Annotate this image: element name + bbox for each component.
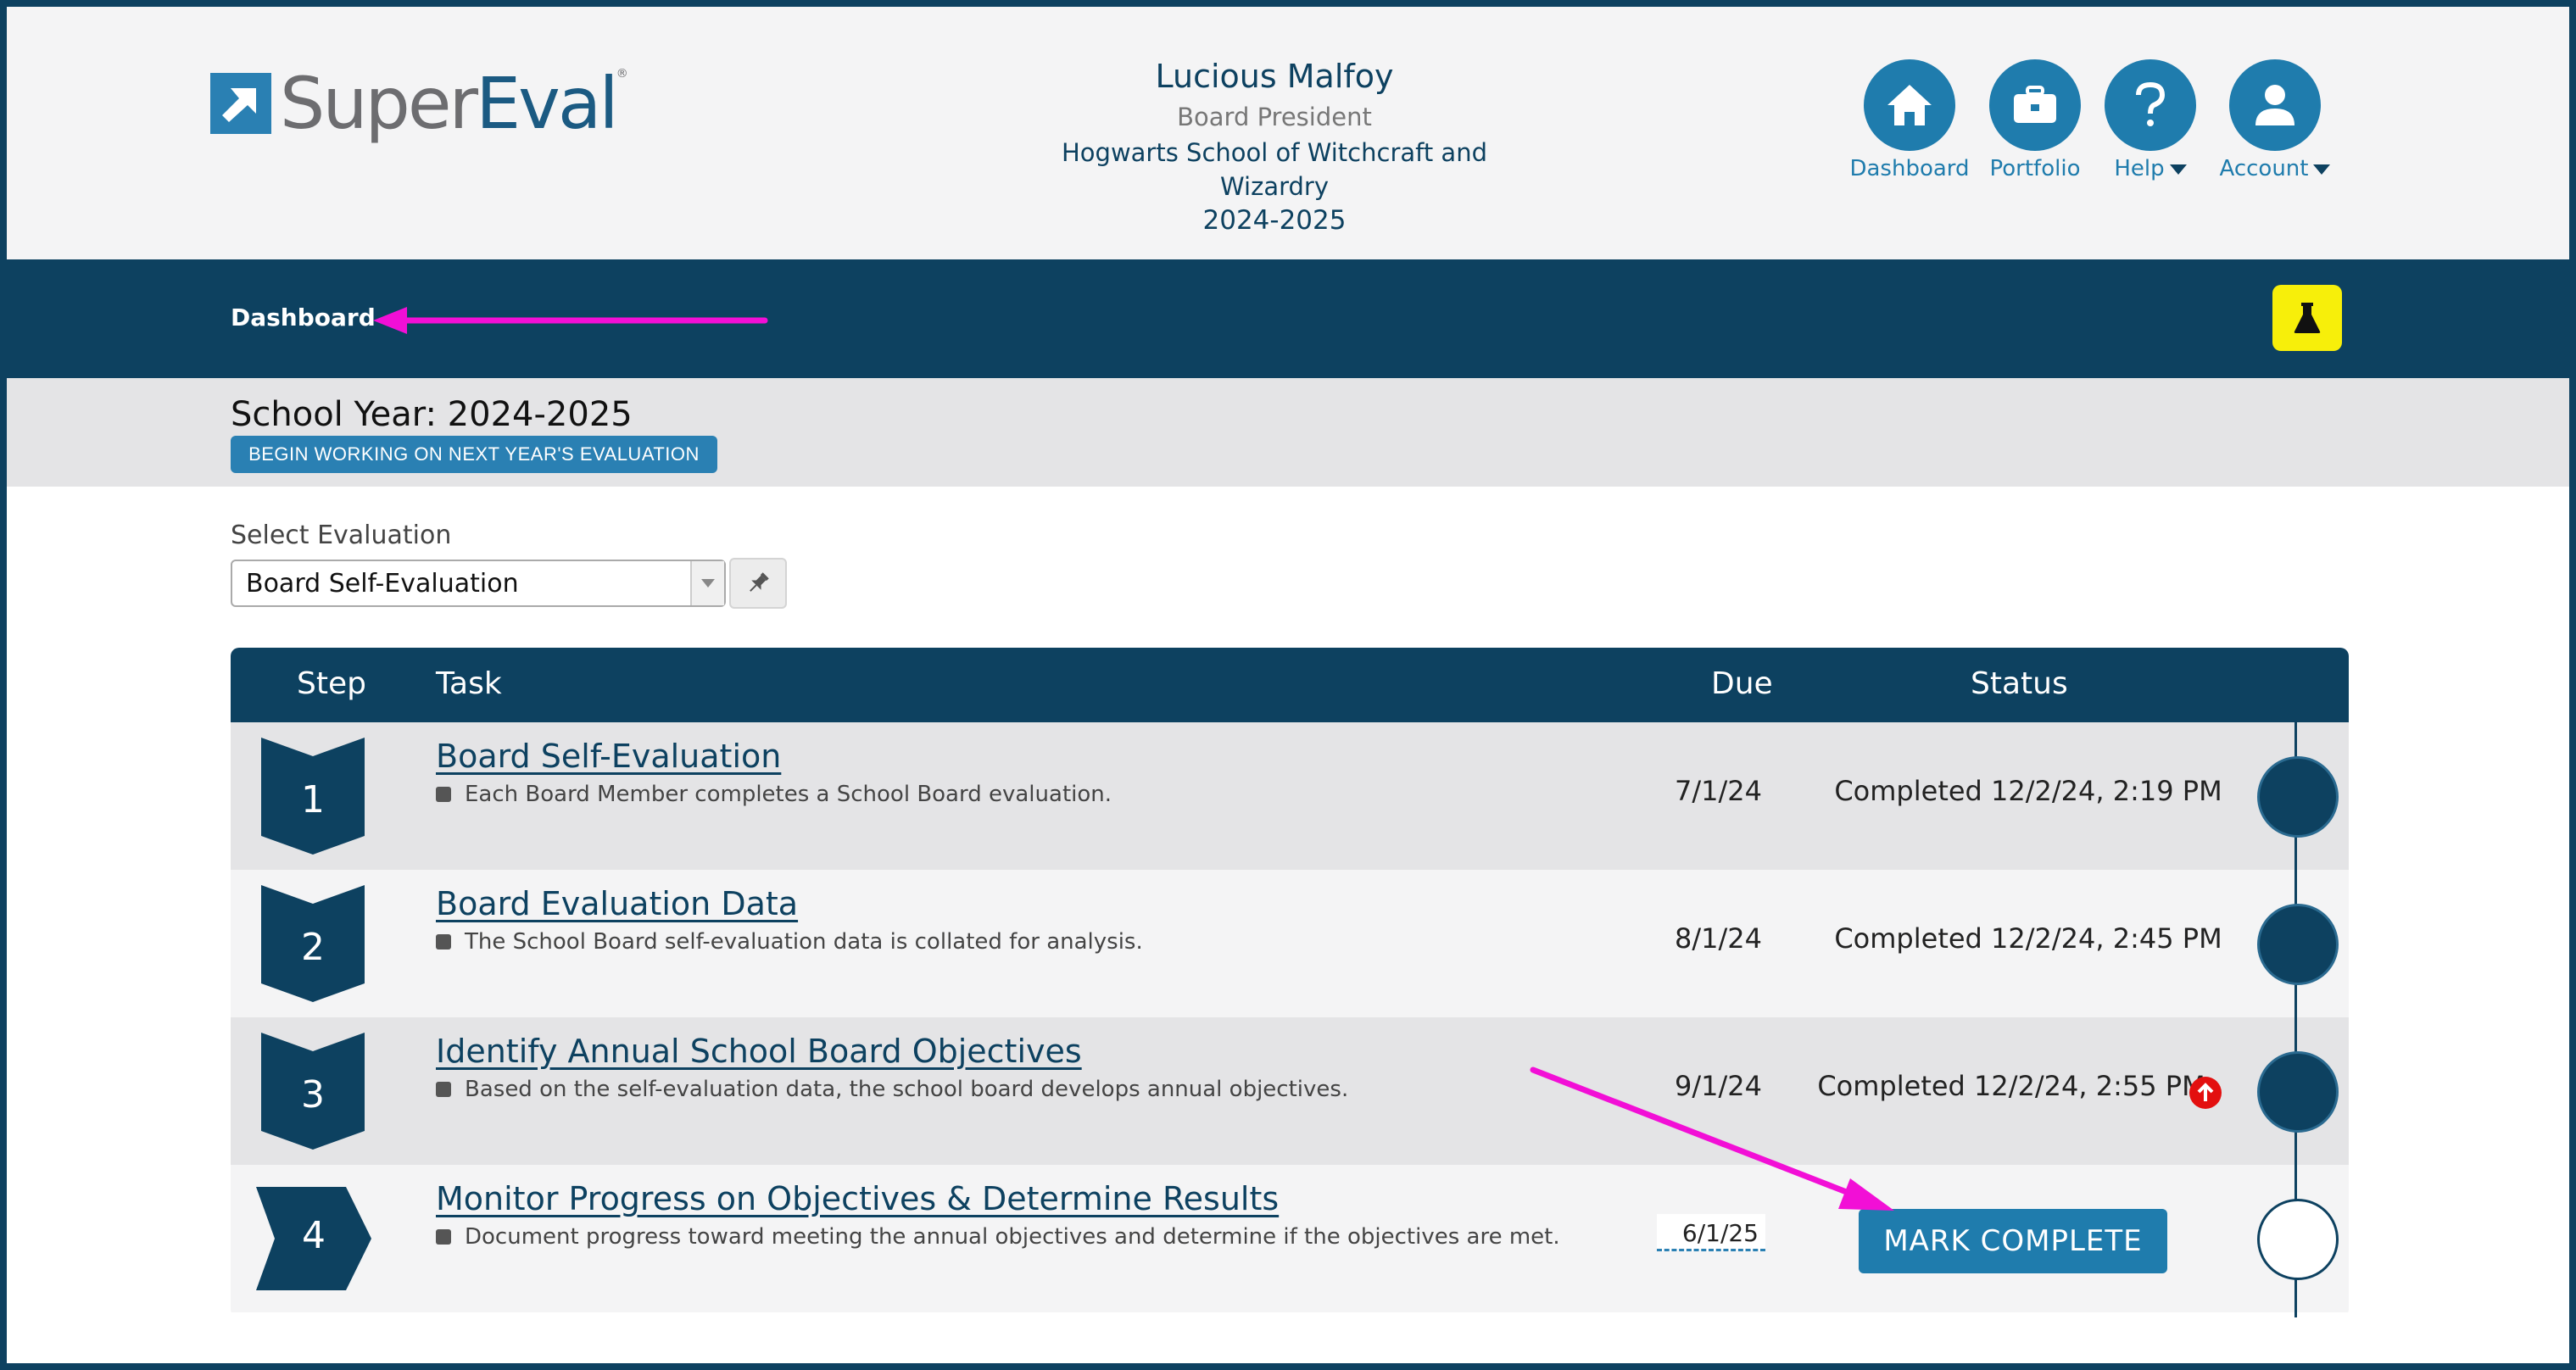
header-due: Due bbox=[1711, 666, 1773, 701]
nav-bar: Dashboard bbox=[7, 259, 2569, 378]
table-row: 2 Board Evaluation Data The School Board… bbox=[231, 870, 2349, 1017]
mark-complete-button[interactable]: MARK COMPLETE bbox=[1859, 1209, 2167, 1273]
user-school: Hogwarts School of Witchcraft and Wizard… bbox=[1061, 138, 1487, 201]
status-dot-complete bbox=[2257, 1051, 2339, 1133]
nav-help-label[interactable]: Help bbox=[2114, 156, 2187, 181]
annotation-arrow-icon bbox=[373, 307, 768, 334]
task-link[interactable]: Monitor Progress on Objectives & Determi… bbox=[436, 1180, 1279, 1217]
annotation-arrow-icon bbox=[1530, 1066, 1894, 1211]
user-year: 2024-2025 bbox=[1202, 205, 1347, 236]
task-description: Each Board Member completes a School Boa… bbox=[436, 782, 1112, 807]
header-status: Status bbox=[1971, 666, 2068, 701]
task-description: Based on the self-evaluation data, the s… bbox=[436, 1077, 1348, 1102]
task-description: The School Board self-evaluation data is… bbox=[436, 929, 1143, 955]
user-info: Lucious Malfoy Board President Hogwarts … bbox=[1024, 54, 1525, 237]
breadcrumb-dashboard[interactable]: Dashboard bbox=[231, 304, 376, 331]
table-row: 3 Identify Annual School Board Objective… bbox=[231, 1017, 2349, 1165]
table-header: Step Task Due Status bbox=[231, 648, 2349, 722]
header-task: Task bbox=[436, 666, 502, 701]
app-frame: SuperEval® Lucious Malfoy Board Presiden… bbox=[7, 7, 2569, 1363]
table-row: 4 Monitor Progress on Objectives & Deter… bbox=[231, 1165, 2349, 1312]
status-text: Completed 12/2/24, 2:45 PM bbox=[1834, 922, 2222, 955]
step-number: 3 bbox=[301, 1073, 325, 1117]
select-evaluation-label: Select Evaluation bbox=[231, 521, 452, 550]
select-evaluation-dropdown[interactable]: Board Self-Evaluation bbox=[231, 560, 726, 607]
due-date-input[interactable]: 6/1/25 bbox=[1657, 1214, 1765, 1251]
status-text: Completed 12/2/24, 2:19 PM bbox=[1834, 775, 2222, 807]
nav-account[interactable]: Account bbox=[2203, 59, 2347, 181]
task-link[interactable]: Board Evaluation Data bbox=[436, 885, 798, 922]
status-dot-incomplete bbox=[2257, 1199, 2339, 1280]
header-step: Step bbox=[297, 666, 366, 701]
user-name: Lucious Malfoy bbox=[1155, 58, 1394, 95]
chevron-down-icon bbox=[2313, 164, 2331, 175]
status-dot-complete bbox=[2257, 904, 2339, 985]
pin-icon bbox=[750, 572, 769, 592]
select-evaluation-value: Board Self-Evaluation bbox=[246, 568, 519, 599]
question-icon[interactable] bbox=[2105, 59, 2196, 151]
nav-account-label[interactable]: Account bbox=[2220, 156, 2331, 181]
user-icon[interactable] bbox=[2229, 59, 2321, 151]
step-chevron-icon: 1 bbox=[261, 738, 365, 858]
task-link[interactable]: Identify Annual School Board Objectives bbox=[436, 1033, 1082, 1070]
status-dot-complete bbox=[2257, 756, 2339, 838]
nav-portfolio[interactable]: Portfolio bbox=[1972, 59, 2098, 181]
nav-dashboard[interactable]: Dashboard bbox=[1847, 59, 1972, 181]
nav-dashboard-label[interactable]: Dashboard bbox=[1849, 156, 1969, 181]
step-number: 2 bbox=[301, 926, 325, 969]
table-row: 1 Board Self-Evaluation Each Board Membe… bbox=[231, 722, 2349, 870]
task-link[interactable]: Board Self-Evaluation bbox=[436, 738, 781, 775]
school-year-label: School Year: 2024-2025 bbox=[231, 395, 633, 434]
home-icon[interactable] bbox=[1864, 59, 1955, 151]
lab-button[interactable] bbox=[2272, 285, 2342, 351]
due-date: 8/1/24 bbox=[1675, 922, 1762, 955]
due-date: 7/1/24 bbox=[1675, 775, 1762, 807]
task-description: Document progress toward meeting the ann… bbox=[436, 1224, 1560, 1250]
step-arrow-icon: 4 bbox=[256, 1187, 371, 1294]
steps-table: Step Task Due Status 1 Board Self-Evalua… bbox=[231, 648, 2349, 1317]
pin-button[interactable] bbox=[729, 558, 787, 609]
header: SuperEval® Lucious Malfoy Board Presiden… bbox=[7, 7, 2569, 259]
school-year-bar: School Year: 2024-2025 BEGIN WORKING ON … bbox=[7, 378, 2569, 487]
top-nav: Dashboard Portfolio Help Account bbox=[1847, 59, 2347, 181]
user-role: Board President bbox=[1177, 103, 1372, 131]
step-chevron-icon: 3 bbox=[261, 1033, 365, 1153]
nav-portfolio-label[interactable]: Portfolio bbox=[1990, 156, 2081, 181]
step-number: 4 bbox=[302, 1214, 326, 1257]
briefcase-icon[interactable] bbox=[1989, 59, 2081, 151]
begin-next-year-button[interactable]: BEGIN WORKING ON NEXT YEAR'S EVALUATION bbox=[231, 436, 717, 473]
arrow-up-circle-icon[interactable] bbox=[2189, 1077, 2222, 1109]
nav-help[interactable]: Help bbox=[2098, 59, 2203, 181]
chevron-down-icon[interactable] bbox=[690, 561, 724, 605]
step-chevron-icon: 2 bbox=[261, 885, 365, 1005]
logo-wordmark: SuperEval® bbox=[280, 62, 628, 145]
chevron-down-icon bbox=[2169, 164, 2187, 175]
step-number: 1 bbox=[301, 778, 325, 821]
superEval-logo[interactable]: SuperEval® bbox=[210, 61, 628, 146]
logo-mark-icon bbox=[210, 73, 271, 134]
flask-icon bbox=[2294, 303, 2321, 333]
